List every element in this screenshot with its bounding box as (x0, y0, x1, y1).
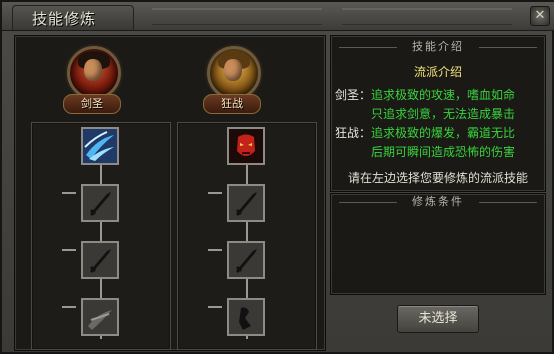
swordsman-portrait-icon (67, 46, 121, 100)
class-name-swordsman[interactable]: 剑圣 (63, 94, 121, 114)
intro-header: 技能介绍 (331, 38, 545, 56)
class-swordsman[interactable]: 剑圣 (61, 40, 121, 120)
intro-line-4: 后期可瞬间造成恐怖的伤害 (371, 143, 515, 160)
blue-slash-icon[interactable] (81, 127, 119, 165)
requirements-panel: 修炼条件 (330, 193, 546, 295)
sword-locked-icon[interactable] (227, 241, 265, 279)
skill-tree-tick (208, 192, 222, 194)
red-demon-mask-icon[interactable] (227, 127, 265, 165)
window-title: 技能修炼 (32, 10, 97, 28)
intro-title: 流派介绍 (413, 65, 462, 79)
skill-tree-tick (208, 306, 222, 308)
sword-locked-icon[interactable] (81, 184, 119, 222)
intro-text-3: 追求极致的爆发，霸道无比 (371, 126, 516, 140)
intro-line-3: 狂战：追求极致的爆发，霸道无比 (335, 124, 515, 141)
class-label-swordsman: 剑圣： (335, 88, 372, 102)
sword-locked-icon[interactable] (227, 184, 265, 222)
requirements-header: 修炼条件 (331, 193, 545, 211)
class-name-berserker[interactable]: 狂战 (203, 94, 261, 114)
close-button[interactable]: ✕ (530, 6, 550, 26)
class-berserker[interactable]: 狂战 (201, 40, 261, 120)
class-label-berserker: 狂战： (335, 126, 372, 140)
skill-tree-tick (62, 306, 76, 308)
title-ornament-right (342, 8, 512, 25)
intro-text-2: 只追求剑意，无法造成暴击 (371, 107, 516, 121)
selection-hint: 请在左边选择您要修炼的流派技能 (347, 171, 528, 185)
skill-tree-tick (62, 192, 76, 194)
class-skill-panel: 剑圣 狂战 (14, 35, 326, 351)
berserker-portrait-icon (207, 46, 261, 100)
intro-panel: 技能介绍 流派介绍 剑圣：追求极致的攻速，嗜血如命 只追求剑意，无法造成暴击 狂… (330, 35, 546, 192)
sword-locked-icon[interactable] (81, 241, 119, 279)
intro-line-2: 只追求剑意，无法造成暴击 (371, 105, 515, 122)
intro-text-1: 追求极致的攻速，嗜血如命 (371, 88, 516, 102)
intro-text-4: 后期可瞬间造成恐怖的伤害 (371, 145, 516, 159)
title-bar[interactable]: 技能修炼 ✕ (2, 2, 554, 31)
skill-column-swordsman (31, 122, 171, 350)
skill-tree-tick (62, 249, 76, 251)
sword-locked-icon[interactable] (227, 298, 265, 336)
skill-column-berserker (177, 122, 317, 350)
skill-training-window: 技能修炼 ✕ 剑圣 狂战 技能介绍 流派介绍 剑圣：追求极致的攻速，嗜血如命 只… (0, 0, 554, 354)
confirm-button[interactable]: 未选择 (397, 305, 479, 333)
intro-line-1: 剑圣：追求极致的攻速，嗜血如命 (335, 86, 515, 103)
title-ornament-left (152, 8, 322, 25)
skill-tree-tick (208, 249, 222, 251)
sword-locked-icon[interactable] (81, 298, 119, 336)
